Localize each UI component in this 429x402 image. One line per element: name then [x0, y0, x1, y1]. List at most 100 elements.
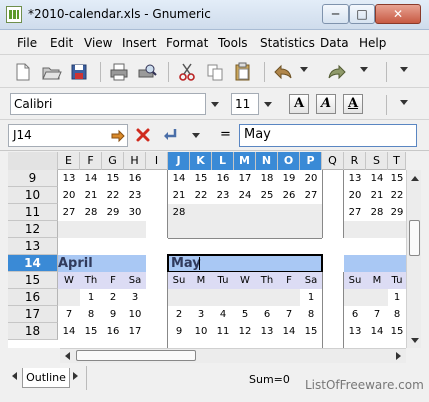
new-document-icon[interactable] [12, 61, 34, 83]
column-header[interactable]: H [124, 152, 146, 170]
font-size-dropdown-arrow[interactable] [264, 102, 272, 107]
date-cell[interactable]: 29 [102, 204, 124, 221]
date-cell[interactable]: 15 [80, 323, 102, 340]
date-cell[interactable]: 23 [124, 187, 146, 204]
horizontal-scroll-thumb[interactable] [76, 350, 196, 361]
spreadsheet-grid[interactable]: E F G H I J K L M N O P Q R S T 9 10 11 … [8, 152, 406, 348]
date-cell[interactable]: 15 [102, 170, 124, 187]
date-cell[interactable]: 19 [278, 170, 300, 187]
close-button[interactable]: ✕ [375, 4, 421, 24]
date-cell[interactable]: 6 [256, 306, 278, 323]
date-cell[interactable]: 9 [168, 323, 190, 340]
undo-dropdown-arrow[interactable] [300, 67, 308, 72]
date-cell[interactable]: 7 [278, 306, 300, 323]
column-header[interactable]: Q [322, 152, 344, 170]
toolbar-overflow-arrow[interactable] [400, 67, 408, 72]
format-overflow-arrow[interactable] [400, 100, 408, 105]
date-cell[interactable]: 3 [124, 289, 146, 306]
menu-view[interactable]: View [84, 36, 112, 50]
menu-file[interactable]: File [17, 36, 37, 50]
date-cell[interactable]: 13 [344, 170, 366, 187]
column-header-selected[interactable]: J [168, 152, 190, 170]
sheet-tab-outline[interactable]: Outline [22, 368, 70, 388]
date-cell[interactable]: 27 [300, 187, 322, 204]
sheet-nav-left-arrow[interactable] [12, 372, 17, 380]
date-cell[interactable] [58, 289, 80, 306]
accept-dropdown-arrow[interactable] [192, 133, 200, 138]
redo-icon[interactable] [326, 61, 348, 83]
column-header-selected[interactable]: P [300, 152, 322, 170]
print-preview-icon[interactable] [136, 61, 158, 83]
date-cell[interactable]: 4 [212, 306, 234, 323]
date-cell[interactable]: 14 [58, 323, 80, 340]
column-header[interactable]: E [58, 152, 80, 170]
vertical-scrollbar[interactable] [406, 170, 421, 348]
date-cell[interactable]: 28 [168, 204, 190, 221]
column-header[interactable]: G [102, 152, 124, 170]
date-cell[interactable]: 3 [190, 306, 212, 323]
scroll-left-arrow[interactable] [65, 352, 70, 360]
date-cell[interactable]: 15 [388, 170, 406, 187]
horizontal-scrollbar[interactable] [60, 348, 406, 363]
date-cell[interactable]: 17 [124, 323, 146, 340]
underline-button[interactable]: A [343, 94, 363, 114]
column-header[interactable]: F [80, 152, 102, 170]
row-header[interactable]: 10 [8, 187, 58, 204]
date-cell[interactable]: 20 [344, 187, 366, 204]
date-cell[interactable]: 1 [80, 289, 102, 306]
may-title[interactable]: May [171, 255, 201, 272]
date-cell[interactable]: 27 [344, 204, 366, 221]
date-cell[interactable]: 16 [102, 323, 124, 340]
menu-format[interactable]: Format [166, 36, 208, 50]
open-folder-icon[interactable] [40, 61, 62, 83]
date-cell[interactable]: 1 [388, 289, 406, 306]
row-header-selected[interactable]: 14 [8, 255, 58, 272]
menu-statistics[interactable]: Statistics [260, 36, 315, 50]
date-cell[interactable]: 14 [80, 170, 102, 187]
date-cell[interactable]: 1 [300, 289, 322, 306]
column-header-selected[interactable]: M [234, 152, 256, 170]
date-cell[interactable]: 10 [124, 306, 146, 323]
date-cell[interactable]: 14 [366, 323, 388, 340]
row-header[interactable]: 17 [8, 306, 58, 323]
date-cell[interactable]: 22 [102, 187, 124, 204]
maximize-button[interactable]: □ [349, 4, 375, 24]
date-cell[interactable]: 7 [58, 306, 80, 323]
date-cell[interactable]: 14 [366, 170, 388, 187]
column-header[interactable]: R [344, 152, 366, 170]
date-cell[interactable]: 5 [234, 306, 256, 323]
goto-cell-icon[interactable] [110, 128, 126, 144]
date-cell[interactable]: 24 [234, 187, 256, 204]
font-size-combo[interactable]: 11 [231, 93, 259, 115]
date-cell[interactable]: 29 [388, 204, 406, 221]
date-cell[interactable]: 20 [300, 170, 322, 187]
date-cell[interactable]: 6 [344, 306, 366, 323]
date-cell[interactable]: 28 [366, 204, 388, 221]
date-cell[interactable]: 23 [212, 187, 234, 204]
row-header[interactable]: 13 [8, 238, 58, 255]
print-icon[interactable] [108, 61, 130, 83]
date-cell[interactable]: 22 [190, 187, 212, 204]
cancel-edit-icon[interactable] [134, 126, 152, 144]
date-cell[interactable]: 30 [124, 204, 146, 221]
column-header-selected[interactable]: N [256, 152, 278, 170]
date-cell[interactable]: 17 [234, 170, 256, 187]
date-cell[interactable]: 8 [388, 306, 406, 323]
bold-button[interactable]: A [289, 94, 309, 114]
date-cell[interactable]: 27 [58, 204, 80, 221]
scroll-down-arrow[interactable] [411, 338, 419, 343]
italic-button[interactable]: A [316, 94, 336, 114]
date-cell[interactable]: 21 [366, 187, 388, 204]
vertical-scroll-thumb[interactable] [409, 220, 420, 256]
date-cell[interactable]: 13 [58, 170, 80, 187]
font-name-combo[interactable]: Calibri [10, 93, 206, 115]
menu-tools[interactable]: Tools [218, 36, 248, 50]
row-header[interactable]: 15 [8, 272, 58, 289]
date-cell[interactable]: 15 [388, 323, 406, 340]
column-header-selected[interactable]: K [190, 152, 212, 170]
date-cell[interactable]: 22 [388, 187, 406, 204]
date-cell[interactable]: 8 [300, 306, 322, 323]
date-cell[interactable]: 9 [102, 306, 124, 323]
column-header-selected[interactable]: L [212, 152, 234, 170]
minimize-button[interactable]: ─ [322, 4, 349, 24]
